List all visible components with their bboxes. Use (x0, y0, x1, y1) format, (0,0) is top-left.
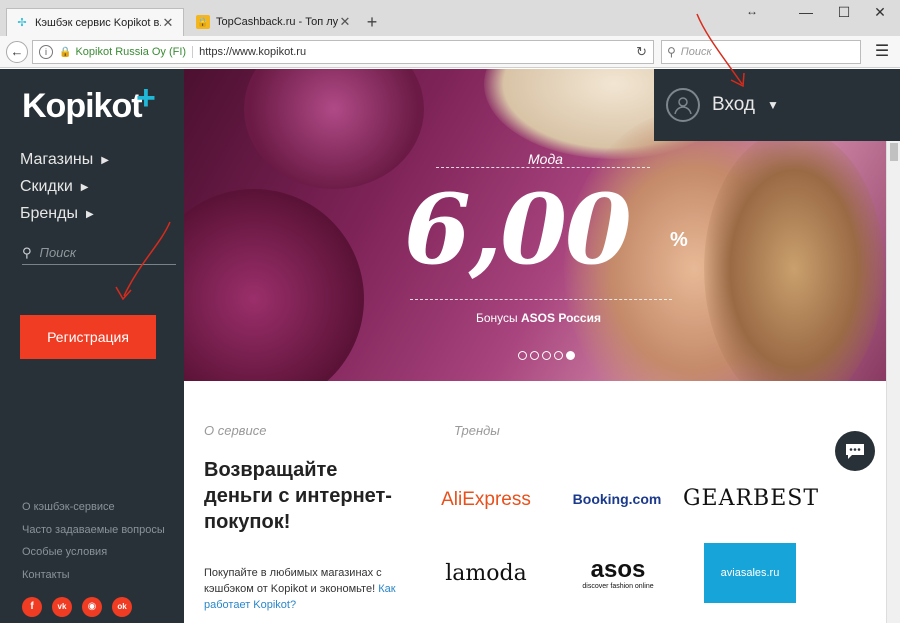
chat-button[interactable] (835, 431, 875, 471)
brand-aviasales[interactable]: aviasales.ru (704, 543, 796, 603)
search-icon: ⚲ (22, 244, 32, 260)
tab-title: Кэшбэк сервис Kopikot в... (35, 16, 161, 29)
brand-asos[interactable]: asos discover fashion online (576, 553, 660, 593)
facebook-icon[interactable]: f (22, 597, 42, 617)
footer-link-about[interactable]: О кэшбэк-сервисе (22, 501, 115, 513)
minimize-button[interactable]: — (796, 4, 816, 20)
search-icon: ⚲ (667, 45, 676, 59)
lock-icon: 🔒 (196, 15, 210, 29)
browser-window: ✢ Кэшбэк сервис Kopikot в... ✕ 🔒 TopCash… (0, 0, 900, 623)
carousel-dot[interactable] (530, 351, 539, 360)
sidebar-item-label: Скидки (20, 178, 73, 195)
service-description: Покупайте в любимых магазинах с кэшбэком… (204, 565, 408, 613)
asos-tagline: discover fashion online (582, 582, 654, 590)
user-avatar-icon (666, 88, 700, 122)
carousel-dot[interactable] (542, 351, 551, 360)
login-label: Вход (712, 94, 755, 115)
new-tab-button[interactable]: + (362, 12, 382, 33)
sidebar-search-input[interactable] (39, 245, 160, 260)
hamburger-menu-icon[interactable]: ☰ (870, 44, 894, 60)
brand-booking[interactable]: Booking.com (572, 487, 662, 511)
chevron-right-icon: ▶ (85, 208, 94, 220)
sidebar-item-discounts[interactable]: Скидки ▶ (20, 178, 88, 196)
carousel-dot-active[interactable] (566, 351, 575, 360)
sidebar: Kopikot + Магазины ▶ Скидки ▶ Бренды ▶ ⚲… (0, 69, 184, 623)
store-name: ASOS Россия (521, 311, 601, 325)
kopikot-icon: ✢ (17, 17, 27, 29)
chevron-down-icon: ▼ (766, 98, 779, 112)
sidebar-search: ⚲ (22, 241, 176, 265)
vk-icon[interactable]: vk (52, 597, 72, 617)
tab-kopikot[interactable]: ✢ Кэшбэк сервис Kopikot в... ✕ (6, 8, 184, 36)
search-placeholder: Поиск (680, 46, 712, 58)
sidebar-item-brands[interactable]: Бренды ▶ (20, 205, 94, 223)
wave-divider (410, 299, 672, 305)
scrollbar-thumb[interactable] (890, 143, 898, 161)
tab-title: TopCashback.ru - Топ лу... (216, 16, 338, 28)
chat-bubble-icon (846, 444, 864, 459)
model-hair-shape (704, 129, 884, 381)
sidebar-item-label: Бренды (20, 205, 78, 222)
tab-topcashback[interactable]: 🔒 TopCashback.ru - Топ лу... ✕ (188, 8, 360, 36)
tab-strip: ✢ Кэшбэк сервис Kopikot в... ✕ 🔒 TopCash… (0, 0, 900, 36)
about-section-label: О сервисе (204, 423, 267, 438)
description-text: Покупайте в любимых магазинах с кэшбэком… (204, 567, 382, 595)
kopikot-logo[interactable]: Kopikot (22, 87, 143, 126)
sidebar-item-label: Магазины (20, 151, 94, 168)
hero-category: Мода (528, 151, 563, 167)
brand-aliexpress[interactable]: AliExpress (438, 485, 534, 515)
sidebar-item-stores[interactable]: Магазины ▶ (20, 151, 109, 169)
carousel-dot[interactable] (554, 351, 563, 360)
ok-icon[interactable]: ok (112, 597, 132, 617)
flower-decoration (244, 69, 424, 189)
headline: Возвращайте деньги с интернет-покупок! (204, 459, 392, 533)
footer-link-faq[interactable]: Часто задаваемые вопросы (22, 524, 165, 536)
info-icon[interactable]: i (39, 45, 53, 59)
lock-icon: 🔒 (59, 46, 72, 58)
back-button[interactable]: ← (6, 41, 28, 63)
cashback-value: 6,00 (404, 173, 632, 286)
chevron-right-icon: ▶ (80, 181, 89, 193)
resize-icon: ↔ (746, 4, 758, 18)
asos-logo-text: asos (590, 555, 646, 583)
address-bar[interactable]: i 🔒 Kopikot Russia Oy (FI) https://www.k… (32, 40, 654, 64)
url-text[interactable]: https://www.kopikot.ru (199, 46, 306, 58)
page-scrollbar[interactable] (886, 141, 900, 623)
carousel-dot[interactable] (518, 351, 527, 360)
web-page: Kopikot + Магазины ▶ Скидки ▶ Бренды ▶ ⚲… (0, 69, 900, 623)
carousel-dots (518, 351, 575, 360)
navigation-bar: ← i 🔒 Kopikot Russia Oy (FI) https://www… (0, 36, 900, 68)
login-dropdown[interactable]: Вход ▼ (654, 69, 900, 141)
footer-link-special-terms[interactable]: Особые условия (22, 546, 107, 558)
maximize-button[interactable]: ☐ (834, 4, 854, 21)
brand-lamoda[interactable]: lamoda (438, 557, 534, 589)
reload-icon[interactable]: ↻ (636, 44, 647, 60)
trends-section-label: Тренды (454, 423, 500, 438)
site-identity[interactable]: Kopikot Russia Oy (FI) (75, 46, 194, 58)
close-window-button[interactable]: ✕ (870, 4, 890, 21)
hero-subtitle: Бонусы ASOS Россия (476, 311, 601, 325)
register-button[interactable]: Регистрация (20, 315, 156, 359)
browser-search-input[interactable]: ⚲ Поиск (661, 40, 861, 64)
close-tab-icon[interactable]: ✕ (161, 15, 175, 31)
brand-gearbest[interactable]: GEARBEST (683, 481, 818, 515)
logo-plus-icon: + (136, 79, 156, 117)
footer-link-contacts[interactable]: Контакты (22, 569, 70, 581)
bonus-label: Бонусы (476, 311, 518, 325)
main-content: О сервисе Тренды Возвращайте деньги с ин… (184, 381, 886, 623)
percent-sign: % (670, 229, 688, 251)
instagram-icon[interactable]: ◉ (82, 597, 102, 617)
flower-decoration (184, 189, 364, 381)
close-tab-icon[interactable]: ✕ (338, 14, 352, 30)
chevron-right-icon: ▶ (101, 154, 109, 166)
